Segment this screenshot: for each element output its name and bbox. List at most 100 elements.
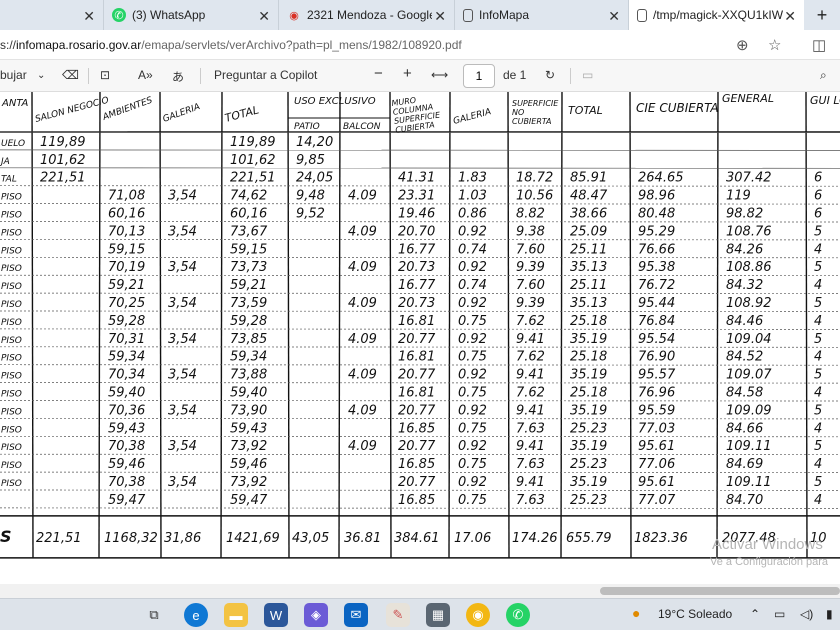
weather-text[interactable]: 19°C Soleado: [658, 607, 732, 621]
table-cell: 95.61: [638, 475, 675, 490]
url-host: infomapa.rosario.gov.ar: [16, 38, 142, 52]
zoom-in-button[interactable]: +: [403, 65, 412, 82]
network-icon[interactable]: ▭: [774, 607, 785, 621]
table-cell: 77.03: [638, 421, 675, 436]
table-cell: 109.11: [726, 439, 772, 454]
eraser-icon[interactable]: ⌫: [62, 68, 79, 82]
table-cell: 4.09: [348, 260, 377, 275]
header-cell: USO EXCLUSIVO: [294, 96, 376, 107]
zoom-out-button[interactable]: −: [374, 65, 383, 82]
table-cell: 76.84: [638, 314, 675, 329]
table-row-line: [0, 418, 840, 420]
page-number-input[interactable]: 1: [463, 64, 495, 88]
chevron-down-icon[interactable]: ⌄: [37, 70, 45, 81]
table-cell: 0.92: [458, 475, 487, 490]
totals-cell: 1421,69: [226, 531, 280, 546]
table-cell: 16.81: [398, 314, 435, 329]
chevron-up-icon[interactable]: ⌃: [750, 607, 760, 621]
table-row-line: [0, 274, 840, 277]
table-cell: 221,51: [230, 171, 276, 186]
task-view-icon[interactable]: ⧉: [142, 603, 166, 627]
row-label: PISO: [1, 282, 22, 292]
table-cell: 16.77: [398, 278, 436, 293]
close-icon[interactable]: ✕: [784, 8, 796, 25]
weather-icon[interactable]: ●: [632, 605, 640, 621]
header-cell: SUPERFICIE NO CUBIERTA: [512, 99, 559, 126]
table-cell: 95.29: [638, 224, 675, 239]
table-row-line: [0, 310, 840, 312]
battery-icon[interactable]: ▮: [826, 607, 833, 621]
row-label: PISO: [1, 228, 22, 238]
text-box-icon[interactable]: ⊡: [100, 68, 110, 82]
table-cell: 35.19: [570, 439, 607, 454]
search-icon[interactable]: ⌕: [820, 68, 827, 83]
calculator-icon[interactable]: ▦: [426, 603, 450, 627]
table-cell: 9.41: [516, 475, 545, 490]
url-path: /emapa/servlets/verArchivo?path=pl_mens/…: [141, 38, 462, 52]
table-cell: 70,19: [108, 260, 145, 275]
table-cell: 7.63: [516, 421, 545, 436]
translate-icon[interactable]: あ: [172, 68, 184, 85]
horizontal-scrollbar[interactable]: [0, 584, 840, 598]
close-icon[interactable]: ✕: [608, 8, 620, 25]
table-cell: 7.63: [516, 493, 545, 508]
two-page-view-icon[interactable]: ▭: [582, 68, 593, 82]
page-total: de 1: [503, 68, 527, 82]
url-text[interactable]: s://infomapa.rosario.gov.ar/emapa/servle…: [0, 38, 462, 52]
tab-magick-file[interactable]: /tmp/magick-XXQU1kIW ✕: [629, 0, 804, 30]
header-cell: GALERIA: [452, 107, 492, 127]
read-aloud-icon[interactable]: A»: [138, 68, 153, 82]
table-column-line: [805, 92, 808, 558]
table-cell: 59,15: [108, 242, 145, 257]
address-bar[interactable]: s://infomapa.rosario.gov.ar/emapa/servle…: [0, 30, 840, 60]
fit-width-icon[interactable]: ⟷: [431, 68, 448, 82]
tab-infomapa[interactable]: InfoMapa ✕: [455, 0, 629, 30]
ask-copilot-button[interactable]: Preguntar a Copilot: [214, 68, 317, 82]
totals-cell: 1168,32: [104, 531, 158, 546]
table-cell: 5: [814, 260, 822, 275]
table-cell: 101,62: [230, 153, 276, 168]
table-cell: 95.59: [638, 403, 675, 418]
table-cell: 3,54: [168, 403, 197, 418]
rotate-icon[interactable]: ↻: [545, 68, 555, 82]
table-cell: 109.09: [726, 403, 772, 418]
scrollbar-thumb[interactable]: [600, 587, 840, 595]
copilot-icon[interactable]: ◈: [304, 603, 328, 627]
tab-whatsapp[interactable]: ✆ (3) WhatsApp ✕: [104, 0, 279, 30]
table-row-line: [0, 292, 840, 294]
table-cell: 16.81: [398, 386, 435, 401]
edge-icon[interactable]: e: [184, 603, 208, 627]
paint-icon[interactable]: ✎: [386, 603, 410, 627]
whatsapp-icon[interactable]: ✆: [506, 603, 530, 627]
totals-cell: 1823.36: [634, 531, 688, 546]
close-icon[interactable]: ✕: [434, 8, 446, 25]
word-icon[interactable]: W: [264, 603, 288, 627]
file-explorer-icon[interactable]: ▬: [224, 603, 248, 627]
table-cell: 25.23: [570, 421, 607, 436]
zoom-icon[interactable]: ⊕: [736, 36, 749, 54]
row-label: PISO: [1, 300, 22, 310]
tab-partial[interactable]: ✕: [0, 0, 104, 30]
table-cell: 4: [814, 386, 822, 401]
table-cell: 73,73: [230, 260, 267, 275]
table-cell: 59,28: [108, 314, 145, 329]
tab-google-maps[interactable]: ◉ 2321 Mendoza - Google Ma ✕: [279, 0, 455, 30]
table-cell: 0.92: [458, 332, 487, 347]
table-cell: 98.96: [638, 189, 675, 204]
table-row-line: [0, 203, 840, 205]
new-tab-button[interactable]: +: [804, 0, 840, 30]
header-cell: GALERIA: [162, 102, 202, 125]
row-label: PISO: [1, 372, 22, 382]
split-screen-icon[interactable]: ◫: [812, 36, 826, 54]
volume-icon[interactable]: ◁): [800, 607, 813, 621]
chrome-icon[interactable]: ◉: [466, 603, 490, 627]
table-cell: 0.74: [458, 278, 487, 293]
close-icon[interactable]: ✕: [258, 8, 270, 25]
close-icon[interactable]: ✕: [83, 8, 95, 25]
table-cell: 77.07: [638, 493, 676, 508]
row-label: PISO: [1, 336, 22, 346]
favorite-star-icon[interactable]: ☆: [768, 36, 781, 54]
table-column-line: [448, 92, 451, 558]
mail-icon[interactable]: ✉: [344, 603, 368, 627]
draw-button[interactable]: bujar: [0, 68, 27, 82]
